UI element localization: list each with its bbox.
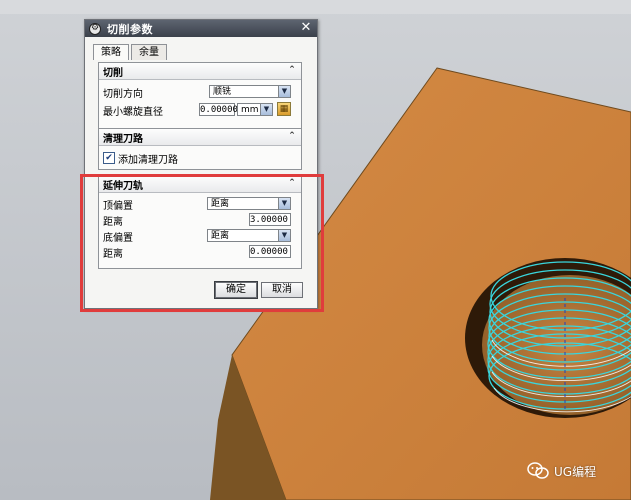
dialog-titlebar[interactable]: ⚙ 切削参数 ✕ [85,20,317,37]
cut-direction-value: 顺铣 [213,87,232,97]
bottom-offset-value: 距离 [211,231,230,241]
calculator-icon[interactable]: ▦ [277,102,291,116]
extend-toolpath-group: 延伸刀轨 ⌃ 顶偏置 距离 ▼ 距离 3.00000 底偏置 距离 ▼ 距离 0… [98,175,302,269]
min-spiral-diameter-input[interactable]: 0.00000 [199,103,238,116]
chevron-down-icon: ▼ [278,86,290,97]
cutting-group-title: 切削 [103,67,123,79]
chevron-down-icon: ▼ [278,230,290,241]
bottom-distance-input[interactable]: 0.00000 [249,245,291,258]
unit-value: mm [241,105,259,115]
chevron-up-icon[interactable]: ⌃ [286,65,298,76]
chevron-up-icon[interactable]: ⌃ [286,131,298,142]
tab-strategy[interactable]: 策略 [93,44,129,60]
bottom-offset-select[interactable]: 距离 ▼ [207,229,291,242]
cutting-group-header[interactable]: 切削 ⌃ [99,63,301,80]
cleanup-group-title: 清理刀路 [103,133,143,145]
top-distance-label: 距离 [103,216,123,228]
chevron-down-icon: ▼ [260,104,272,115]
dialog-title: 切削参数 [107,22,153,36]
cleanup-group: 清理刀路 ⌃ ✔ 添加清理刀路 [98,128,302,170]
cut-direction-label: 切削方向 [103,88,143,100]
tab-stock[interactable]: 余量 [131,44,167,60]
bottom-distance-label: 距离 [103,248,123,260]
cutting-group: 切削 ⌃ 切削方向 顺铣 ▼ 最小螺旋直径 0.00000 mm ▼ ▦ [98,62,302,134]
cancel-button[interactable]: 取消 [261,282,303,298]
chevron-up-icon[interactable]: ⌃ [286,178,298,189]
top-offset-label: 顶偏置 [103,200,133,212]
watermark: UG编程 [527,462,596,480]
wechat-icon [527,462,549,479]
top-distance-input[interactable]: 3.00000 [249,213,291,226]
extend-group-title: 延伸刀轨 [103,180,143,192]
top-offset-select[interactable]: 距离 ▼ [207,197,291,210]
top-offset-value: 距离 [211,199,230,209]
bottom-offset-label: 底偏置 [103,232,133,244]
min-spiral-diameter-label: 最小螺旋直径 [103,106,163,118]
unit-select[interactable]: mm ▼ [237,103,273,116]
cutting-parameters-dialog[interactable]: ⚙ 切削参数 ✕ 策略 余量 切削 ⌃ 切削方向 顺铣 ▼ 最小螺旋直径 0.0… [84,19,318,309]
cleanup-group-header[interactable]: 清理刀路 ⌃ [99,129,301,146]
dialog-tabs: 策略 余量 [93,44,169,60]
extend-group-header[interactable]: 延伸刀轨 ⌃ [99,176,301,193]
watermark-text: UG编程 [554,464,597,479]
close-icon[interactable]: ✕ [299,21,313,35]
add-cleanup-label: 添加清理刀路 [118,154,178,166]
gear-icon[interactable]: ⚙ [89,22,101,35]
cut-direction-select[interactable]: 顺铣 ▼ [209,85,291,98]
ok-button[interactable]: 确定 [215,282,257,298]
add-cleanup-checkbox[interactable]: ✔ [103,152,115,164]
chevron-down-icon: ▼ [278,198,290,209]
